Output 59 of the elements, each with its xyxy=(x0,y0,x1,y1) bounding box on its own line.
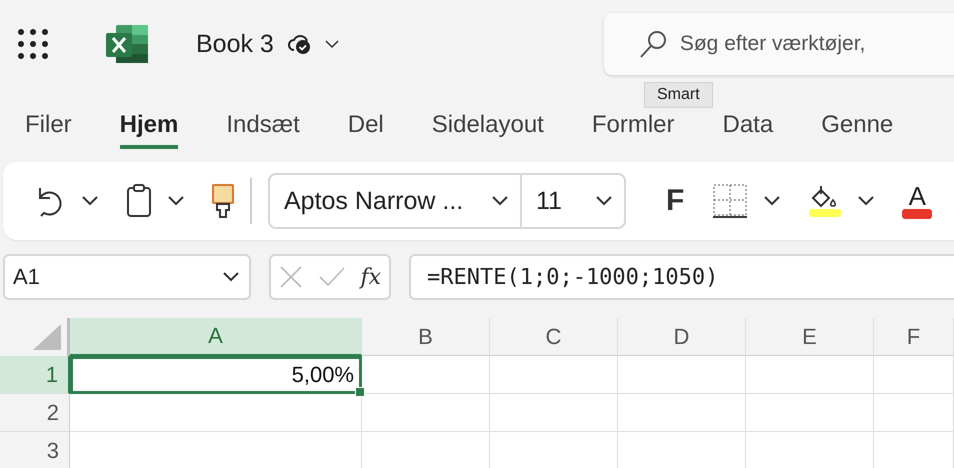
font-size-dropdown[interactable]: 11 xyxy=(522,175,624,227)
table-cell[interactable] xyxy=(874,394,954,432)
caret-icon xyxy=(221,271,241,283)
caret-icon[interactable] xyxy=(80,195,100,207)
ribbon-tab[interactable]: Filer xyxy=(25,105,72,149)
caret-icon xyxy=(594,195,614,207)
close-icon[interactable] xyxy=(278,265,303,289)
name-box[interactable]: A1 xyxy=(3,254,251,300)
table-cell[interactable] xyxy=(618,394,746,432)
caret-icon[interactable] xyxy=(762,195,782,207)
borders-icon[interactable] xyxy=(712,183,748,219)
table-cell[interactable] xyxy=(362,394,490,432)
select-all-icon[interactable] xyxy=(33,324,61,350)
caret-icon xyxy=(490,195,510,207)
search-bar[interactable]: Søg efter værktøjer, xyxy=(604,13,954,75)
table-cell[interactable] xyxy=(746,356,874,394)
ribbon-tab[interactable]: Indsæt xyxy=(226,105,300,149)
table-cell[interactable] xyxy=(362,432,490,468)
table-cell[interactable] xyxy=(618,356,746,394)
spreadsheet-logo-icon xyxy=(106,25,148,63)
table-cell[interactable] xyxy=(874,432,954,468)
ribbon-tab[interactable]: Hjem xyxy=(120,105,178,149)
insert-function-button[interactable]: fx xyxy=(360,264,382,290)
table-cell[interactable] xyxy=(746,432,874,468)
search-icon xyxy=(638,29,668,59)
table-cell[interactable] xyxy=(490,356,618,394)
caret-icon[interactable] xyxy=(856,195,876,207)
row-header[interactable]: 1 xyxy=(0,356,70,394)
table-cell[interactable] xyxy=(490,394,618,432)
checkmark-icon[interactable] xyxy=(318,267,345,287)
fill-color-icon[interactable] xyxy=(808,184,842,218)
table-cell[interactable] xyxy=(490,432,618,468)
tooltip: Smart xyxy=(644,82,713,108)
table-cell[interactable] xyxy=(618,432,746,468)
table-cell[interactable]: 5,00% xyxy=(70,356,362,394)
bold-button[interactable]: F xyxy=(652,180,698,222)
clipboard-icon[interactable] xyxy=(126,184,152,218)
workbook-title[interactable]: Book 3 xyxy=(196,30,274,58)
search-field[interactable]: Søg efter værktøjer, xyxy=(678,31,942,57)
table-cell[interactable] xyxy=(70,432,362,468)
ribbon-tab[interactable]: Del xyxy=(348,105,384,149)
ribbon-tab[interactable]: Sidelayout xyxy=(432,105,544,149)
table-cell[interactable] xyxy=(746,394,874,432)
fill-handle[interactable] xyxy=(355,387,365,397)
ribbon-tab[interactable]: Genne xyxy=(821,105,894,149)
column-header[interactable]: A xyxy=(70,318,362,356)
caret-icon[interactable] xyxy=(324,39,340,49)
table-cell[interactable] xyxy=(874,356,954,394)
table-cell[interactable] xyxy=(70,394,362,432)
app-launcher-icon[interactable] xyxy=(18,29,48,59)
font-name-dropdown[interactable]: Aptos Narrow ... xyxy=(270,175,522,227)
font-color-button[interactable]: A xyxy=(902,183,932,219)
ribbon-tab[interactable]: Formler xyxy=(592,105,674,149)
table-cell[interactable] xyxy=(362,356,490,394)
caret-icon[interactable] xyxy=(166,195,186,207)
ribbon-tab[interactable]: Data xyxy=(722,105,774,149)
cloud-check-icon xyxy=(286,32,312,56)
format-painter-icon[interactable] xyxy=(212,184,234,218)
formula-input[interactable]: =RENTE(1;0;-1000;1050) xyxy=(409,254,954,300)
